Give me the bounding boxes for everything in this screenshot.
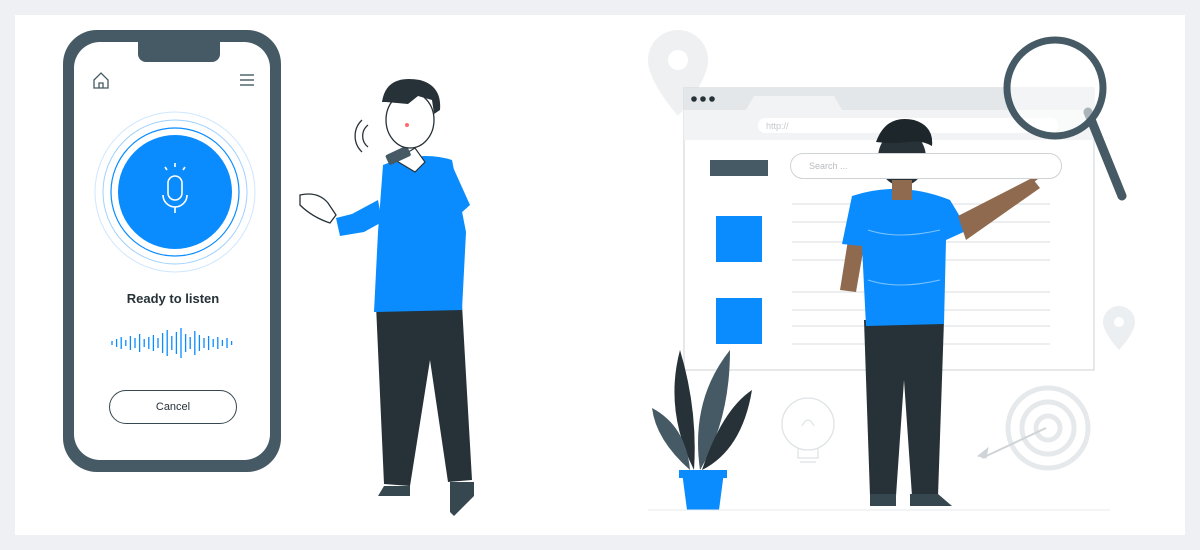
lightbulb-icon (781, 397, 835, 463)
search-input[interactable]: Search ... (790, 153, 1062, 179)
status-title: Ready to listen (126, 291, 220, 306)
man-speaking-illustration (299, 78, 474, 516)
result-thumbnail[interactable] (716, 298, 762, 344)
cancel-button[interactable]: Cancel (109, 390, 237, 424)
url-text: http:// (766, 121, 789, 131)
plant-illustration (652, 350, 752, 510)
illustration (63, 30, 1135, 516)
logo-block (710, 160, 768, 176)
microphone-button[interactable] (118, 135, 232, 249)
result-thumbnail[interactable] (716, 216, 762, 262)
location-pin-icon (1103, 306, 1135, 350)
target-icon (976, 385, 1091, 471)
